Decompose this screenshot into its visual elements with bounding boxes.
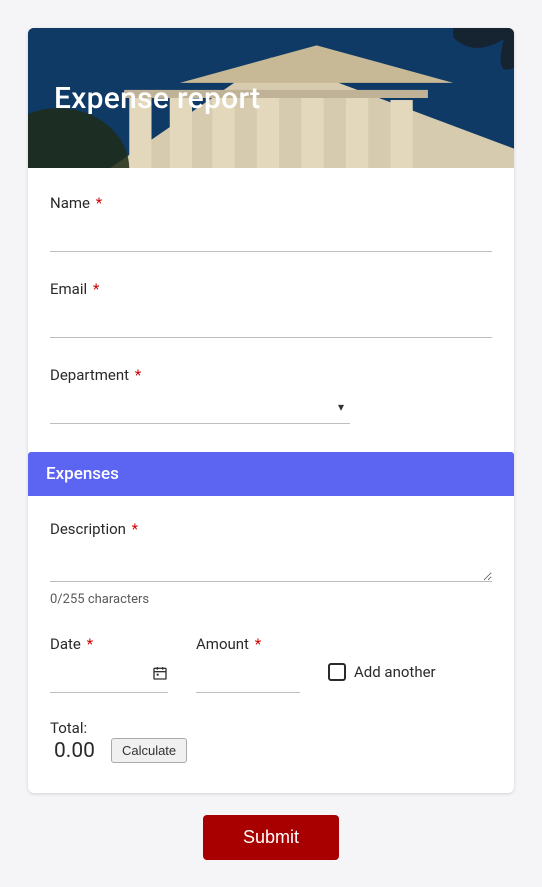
description-label: Description * bbox=[50, 520, 492, 538]
page-title: Expense report bbox=[28, 81, 260, 116]
total-row: Total: 0.00 Calculate bbox=[50, 719, 492, 765]
email-input[interactable] bbox=[50, 306, 492, 338]
required-marker: * bbox=[93, 280, 99, 298]
calculate-button[interactable]: Calculate bbox=[111, 738, 187, 763]
name-label: Name * bbox=[50, 194, 492, 212]
amount-label: Amount * bbox=[196, 635, 300, 653]
date-label: Date * bbox=[50, 635, 168, 653]
name-input[interactable] bbox=[50, 220, 492, 252]
form-card: Expense report Name * Email * Department… bbox=[28, 28, 514, 793]
department-label: Department * bbox=[50, 366, 492, 384]
field-date: Date * bbox=[50, 635, 168, 693]
required-marker: * bbox=[255, 635, 261, 653]
description-label-text: Description bbox=[50, 520, 126, 538]
field-email: Email * bbox=[50, 280, 492, 338]
submit-wrap: Submit bbox=[28, 815, 514, 860]
field-department: Department * ▾ bbox=[50, 366, 492, 424]
date-input[interactable] bbox=[50, 661, 168, 693]
email-label-text: Email bbox=[50, 280, 87, 298]
date-amount-row: Date * Amount * bbox=[50, 635, 492, 693]
required-marker: * bbox=[132, 520, 138, 538]
field-amount: Amount * bbox=[196, 635, 300, 693]
submit-button[interactable]: Submit bbox=[203, 815, 339, 860]
description-textarea[interactable] bbox=[50, 546, 492, 582]
total-value: 0.00 bbox=[50, 737, 99, 765]
department-label-text: Department bbox=[50, 366, 129, 384]
checkbox-icon bbox=[328, 663, 346, 681]
field-name: Name * bbox=[50, 194, 492, 252]
hero-banner: Expense report bbox=[28, 28, 514, 168]
amount-label-text: Amount bbox=[196, 635, 249, 653]
form-body: Name * Email * Department * ▾ Expenses bbox=[28, 168, 514, 793]
department-select-wrap[interactable]: ▾ bbox=[50, 392, 350, 424]
required-marker: * bbox=[135, 366, 141, 384]
total-label: Total: bbox=[50, 719, 99, 737]
field-add-another: Add another bbox=[328, 635, 492, 681]
add-another-checkbox[interactable]: Add another bbox=[328, 663, 436, 681]
required-marker: * bbox=[96, 194, 102, 212]
date-label-text: Date bbox=[50, 635, 81, 653]
expenses-section-header: Expenses bbox=[28, 452, 514, 496]
name-label-text: Name bbox=[50, 194, 90, 212]
description-helper: 0/255 characters bbox=[50, 592, 492, 607]
email-label: Email * bbox=[50, 280, 492, 298]
calendar-icon[interactable] bbox=[152, 665, 168, 681]
department-select[interactable] bbox=[50, 392, 350, 424]
add-another-label: Add another bbox=[354, 663, 436, 681]
field-description: Description * 0/255 characters bbox=[50, 520, 492, 607]
amount-input[interactable] bbox=[196, 661, 300, 693]
required-marker: * bbox=[87, 635, 93, 653]
